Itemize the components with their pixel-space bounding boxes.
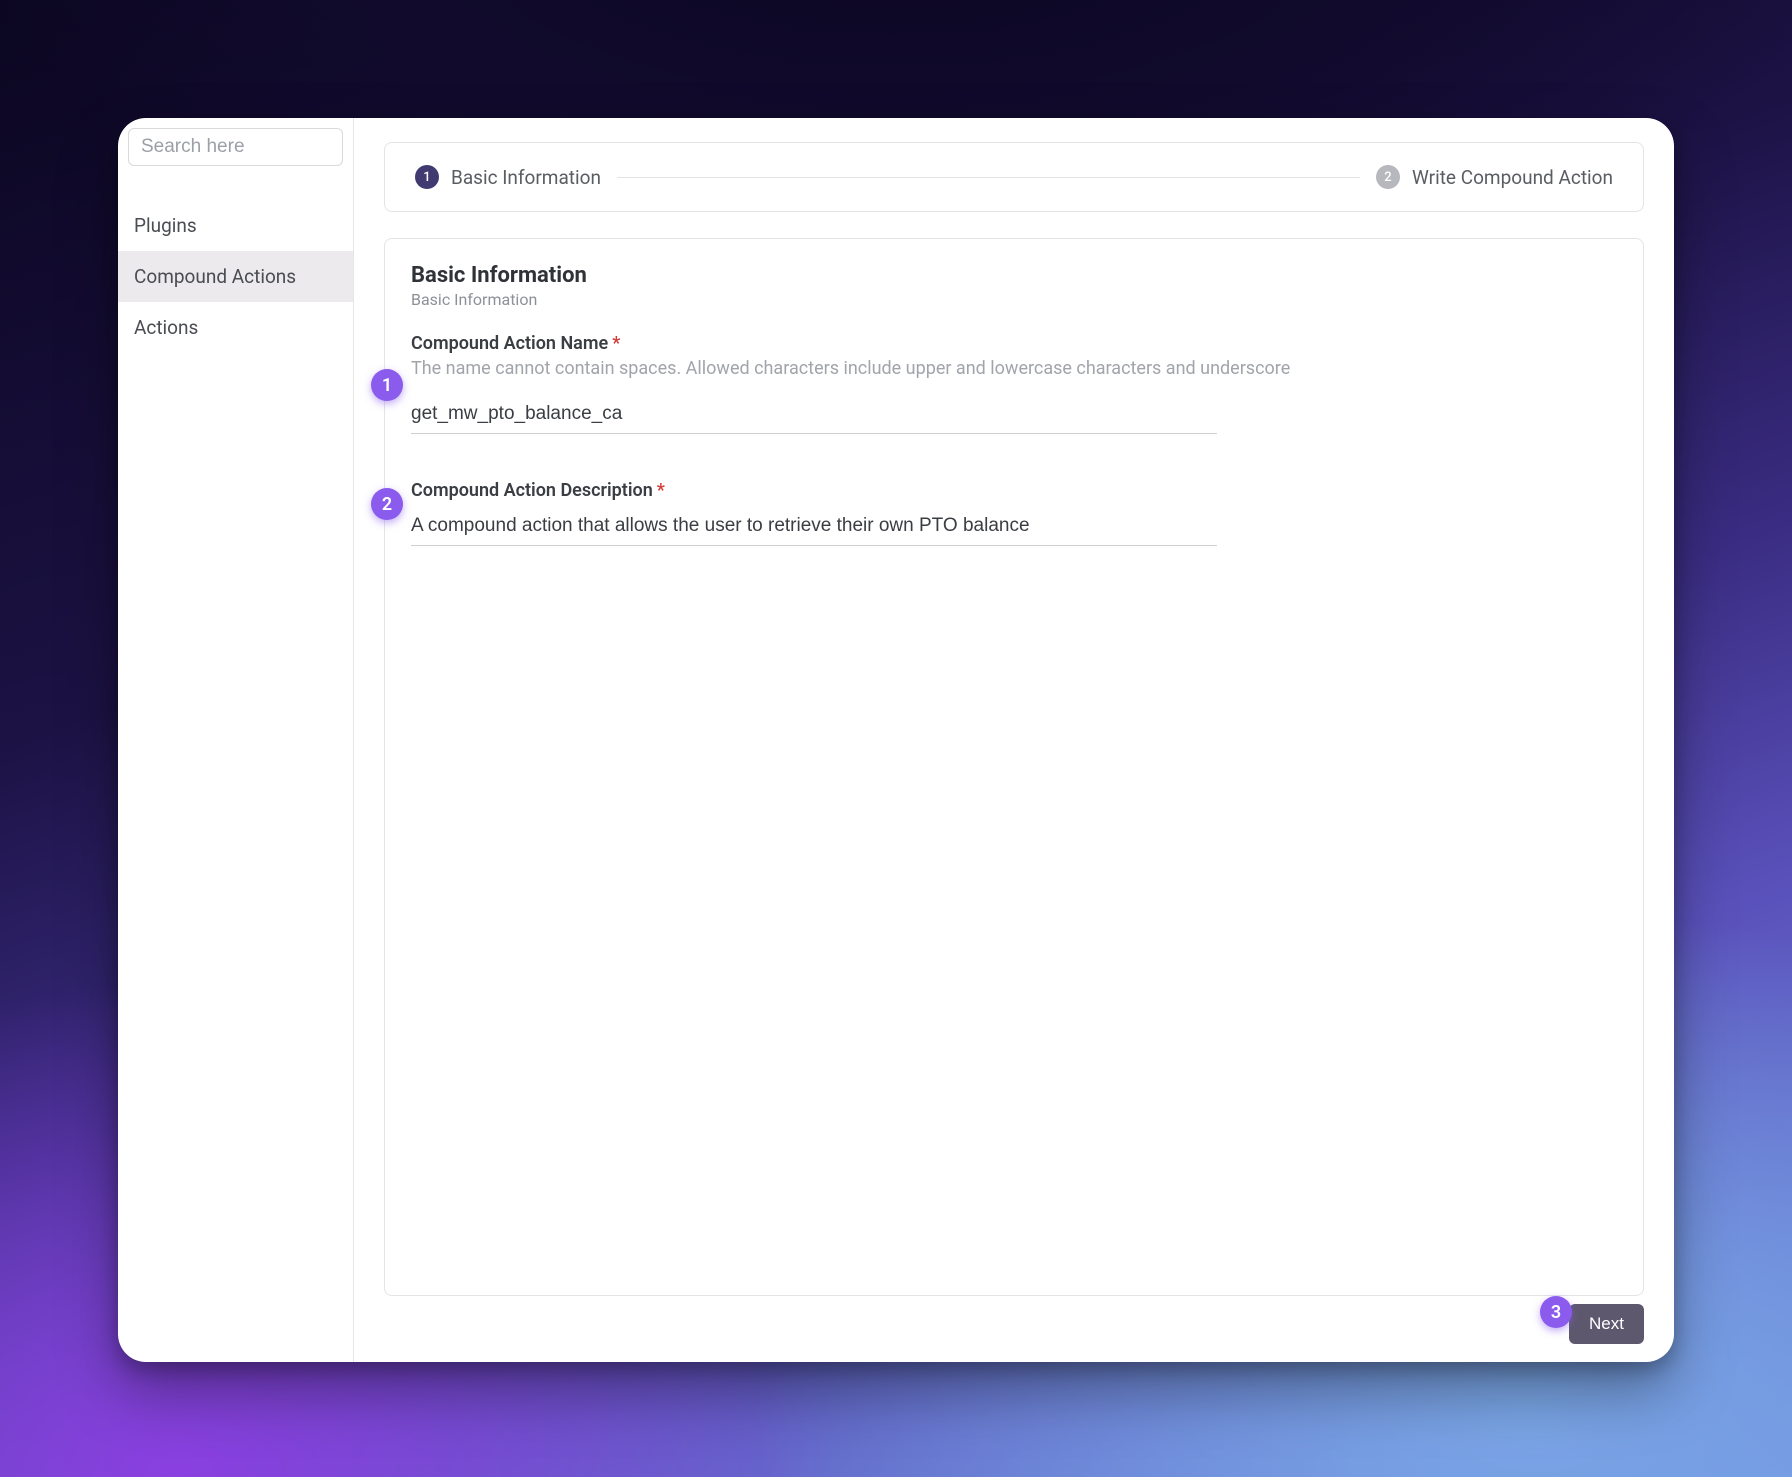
annotation-badge-1: 1: [371, 369, 403, 401]
required-asterisk-icon: *: [657, 480, 665, 501]
compound-action-name-input[interactable]: [411, 393, 1217, 434]
desc-label: Compound Action Description*: [411, 480, 1617, 501]
step-badge-1: 1: [415, 165, 439, 189]
field-compound-action-name: 1 Compound Action Name* The name cannot …: [411, 333, 1617, 434]
sidebar-item-plugins[interactable]: Plugins: [118, 200, 353, 251]
step-label-2: Write Compound Action: [1412, 166, 1613, 189]
form-subheading: Basic Information: [411, 290, 1617, 309]
app-window: Plugins Compound Actions Actions 1 Basic…: [118, 118, 1674, 1362]
annotation-badge-2: 2: [371, 488, 403, 520]
annotation-badge-3: 3: [1540, 1296, 1572, 1328]
sidebar: Plugins Compound Actions Actions: [118, 118, 354, 1362]
step-basic-information[interactable]: 1 Basic Information: [415, 165, 601, 189]
name-label: Compound Action Name*: [411, 333, 1617, 354]
compound-action-description-input[interactable]: [411, 505, 1217, 546]
form-card: Basic Information Basic Information 1 Co…: [384, 238, 1644, 1296]
required-asterisk-icon: *: [612, 333, 620, 354]
sidebar-item-actions[interactable]: Actions: [118, 302, 353, 353]
step-connector: [617, 177, 1360, 178]
desc-label-text: Compound Action Description: [411, 480, 653, 501]
step-write-compound-action[interactable]: 2 Write Compound Action: [1376, 165, 1613, 189]
main-panel: 1 Basic Information 2 Write Compound Act…: [354, 118, 1674, 1362]
step-badge-2: 2: [1376, 165, 1400, 189]
stepper: 1 Basic Information 2 Write Compound Act…: [384, 142, 1644, 212]
search-input[interactable]: [128, 128, 343, 166]
sidebar-nav: Plugins Compound Actions Actions: [118, 200, 353, 353]
form-footer: 3 Next: [384, 1304, 1644, 1344]
form-heading: Basic Information: [411, 263, 1617, 288]
name-help-text: The name cannot contain spaces. Allowed …: [411, 358, 1617, 379]
name-label-text: Compound Action Name: [411, 333, 608, 354]
next-button[interactable]: Next: [1569, 1304, 1644, 1344]
step-label-1: Basic Information: [451, 166, 601, 189]
sidebar-item-compound-actions[interactable]: Compound Actions: [118, 251, 353, 302]
field-compound-action-description: 2 Compound Action Description*: [411, 480, 1617, 546]
